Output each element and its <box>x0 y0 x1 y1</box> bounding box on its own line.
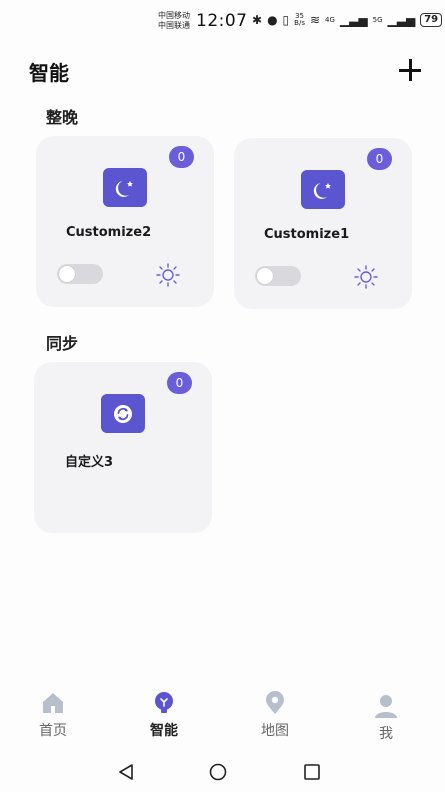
nav-label-smart: 智能 <box>150 723 178 739</box>
scene-label: Customize2 <box>66 225 152 240</box>
home-circle-icon[interactable] <box>208 762 228 782</box>
status-bar: 中国移动 中国联通 12:07 ✱ ● ▯ 35 B/s ≋ 4G ▁▃▅ 5G… <box>0 0 445 40</box>
moon-star-icon <box>103 168 147 207</box>
count-badge: 0 <box>367 148 392 170</box>
scene-label: Customize1 <box>264 227 350 242</box>
scene-label: 自定义3 <box>65 455 114 470</box>
nav-item-map[interactable]: 地图 <box>240 690 310 750</box>
system-nav-bar <box>0 757 445 787</box>
clock: 12:07 <box>196 11 248 31</box>
section-title-night: 整晚 <box>46 108 79 127</box>
back-icon[interactable] <box>116 762 136 782</box>
carrier-2: 中国联通 <box>158 21 190 30</box>
scene-card[interactable]: 0 Customize2 <box>36 136 214 307</box>
scene-card[interactable]: 0 Customize1 <box>234 138 412 309</box>
person-icon <box>375 695 397 718</box>
nav-item-smart[interactable]: 智能 <box>129 690 199 750</box>
smart-bulb-icon <box>155 692 173 713</box>
sync-icon <box>101 394 145 433</box>
net-speed: 35 B/s <box>294 13 305 27</box>
net-speed-unit: B/s <box>294 19 305 27</box>
location-icon: ● <box>267 13 278 27</box>
sun-icon[interactable] <box>155 262 181 288</box>
bottom-nav: 首页 智能 地图 我 <box>0 690 445 750</box>
moon-star-icon <box>301 170 345 209</box>
carrier-1: 中国移动 <box>158 11 190 20</box>
count-badge: 0 <box>169 146 194 168</box>
sun-icon[interactable] <box>353 264 379 290</box>
scene-toggle[interactable] <box>57 264 103 284</box>
wifi-icon: ≋ <box>309 13 321 27</box>
page-title: 智能 <box>29 61 69 85</box>
section-title-sync: 同步 <box>46 334 79 353</box>
nav-label-map: 地图 <box>261 723 289 739</box>
scene-card[interactable]: 0 自定义3 <box>34 362 212 533</box>
nav-label-home: 首页 <box>39 723 67 739</box>
add-button[interactable] <box>396 57 424 85</box>
count-badge: 0 <box>167 372 192 394</box>
scene-toggle[interactable] <box>255 266 301 286</box>
status-icons: ✱ ● ▯ 35 B/s ≋ 4G ▁▃▅ 5G ▁▃▅ 79 <box>252 13 443 27</box>
bluetooth-icon: ✱ <box>252 13 263 27</box>
vibrate-icon: ▯ <box>282 13 290 27</box>
battery-indicator: 79 <box>420 13 443 27</box>
nav-label-me: 我 <box>379 726 393 742</box>
signal-icon-2: ▁▃▅ <box>387 13 416 27</box>
network-5g: 5G <box>372 16 383 24</box>
home-icon <box>43 693 63 713</box>
nav-item-home[interactable]: 首页 <box>18 690 88 750</box>
carrier-info: 中国移动 中国联通 <box>158 11 190 31</box>
signal-icon: ▁▃▅ <box>339 13 368 27</box>
network-4g: 4G <box>325 16 335 24</box>
recent-apps-icon[interactable] <box>302 762 322 782</box>
nav-item-me[interactable]: 我 <box>351 693 421 753</box>
map-pin-icon <box>266 691 284 714</box>
